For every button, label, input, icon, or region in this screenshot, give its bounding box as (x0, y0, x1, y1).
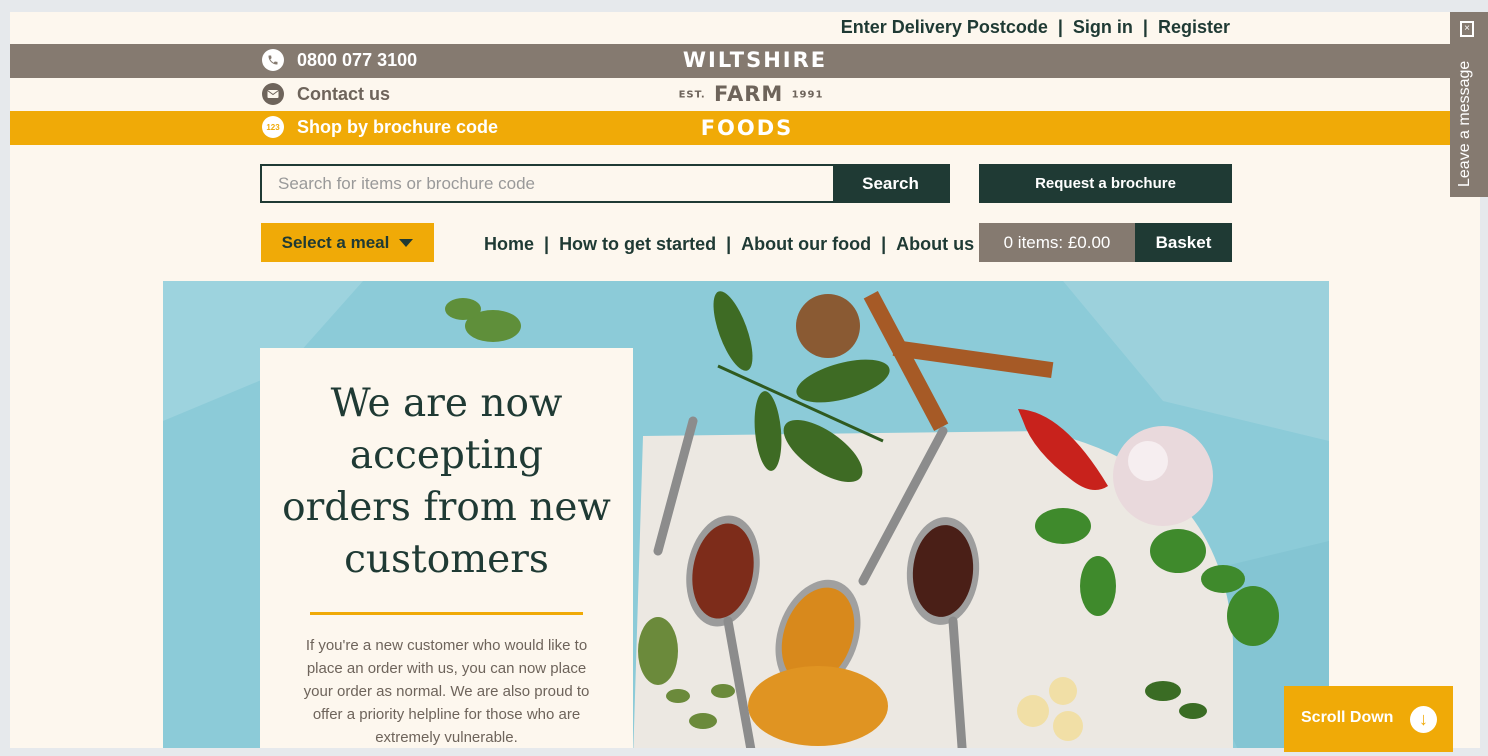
top-links-bar: Enter Delivery Postcode | Sign in | Register (10, 12, 1480, 44)
header-band-phone: 0800 077 3100 WILTSHIRE (10, 44, 1480, 78)
scroll-down-button[interactable]: Scroll Down ↓ (1284, 686, 1453, 752)
select-meal-label: Select a meal (281, 232, 390, 252)
basket-button[interactable]: Basket (1135, 223, 1232, 262)
hero-divider (310, 612, 583, 615)
account-links: Enter Delivery Postcode | Sign in | Register (841, 17, 1230, 38)
nav-separator: | (726, 234, 732, 254)
leave-message-label: Leave a message (1456, 60, 1473, 187)
separator: | (1142, 17, 1148, 37)
delivery-postcode-link[interactable]: Enter Delivery Postcode (841, 17, 1048, 37)
register-link[interactable]: Register (1158, 17, 1230, 37)
hero-card: We are now accepting orders from new cus… (260, 348, 633, 748)
logo-farm[interactable]: EST. FARM 1991 (16, 82, 1480, 106)
request-brochure-button[interactable]: Request a brochure (979, 164, 1232, 203)
hero-banner: We are now accepting orders from new cus… (163, 281, 1329, 748)
select-meal-dropdown[interactable]: Select a meal (261, 223, 434, 262)
search-bar: Search (260, 164, 950, 203)
logo-year: 1991 (791, 89, 824, 101)
nav-separator: | (544, 234, 550, 254)
hero-title: We are now accepting orders from new cus… (282, 381, 611, 582)
nav-home[interactable]: Home (484, 234, 534, 254)
logo-foods[interactable]: FOODS (12, 116, 1480, 140)
page: Enter Delivery Postcode | Sign in | Register… (10, 12, 1480, 748)
main-nav: Home | How to get started | About our food | A… (484, 234, 974, 255)
sign-in-link[interactable]: Sign in (1073, 17, 1133, 37)
caret-down-icon (399, 238, 414, 247)
scroll-down-label: Scroll Down (1301, 709, 1394, 726)
separator: | (1057, 17, 1063, 37)
logo-farm-word: FARM (714, 82, 784, 106)
leave-message-tab[interactable]: × Leave a message (1450, 12, 1488, 197)
logo-wiltshire[interactable]: WILTSHIRE (20, 48, 1480, 72)
search-input[interactable] (262, 166, 833, 201)
close-icon[interactable]: × (1460, 21, 1474, 37)
basket-summary[interactable]: 0 items: £0.00 (979, 223, 1135, 262)
arrow-down-icon: ↓ (1410, 706, 1437, 733)
nav-separator: | (881, 234, 887, 254)
nav-about-us[interactable]: About us (896, 234, 974, 254)
header-band-brochure: 123 Shop by brochure code FOODS (10, 111, 1480, 145)
logo-est: EST. (678, 89, 706, 101)
header-band-contact: Contact us EST. FARM 1991 (10, 78, 1480, 112)
search-button[interactable]: Search (833, 166, 948, 201)
nav-about-our-food[interactable]: About our food (741, 234, 871, 254)
hero-text: If you're a new customer who would like … (303, 637, 590, 746)
nav-how-to-get-started[interactable]: How to get started (559, 234, 716, 254)
